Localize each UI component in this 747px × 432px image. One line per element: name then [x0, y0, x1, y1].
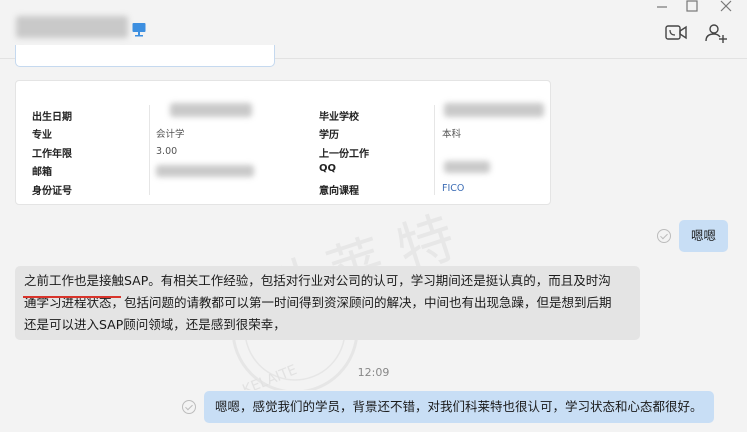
video-call-icon[interactable] [664, 22, 688, 44]
major-label: 专业 [32, 130, 52, 141]
student-profile-card[interactable]: 出生日期 专业 工作年限 邮箱 身份证号 会计学 3.00 毕业学校 学历 上一… [15, 80, 551, 205]
work-years-label: 工作年限 [32, 149, 72, 160]
message-bubble-incoming[interactable]: 之前工作也是接触SAP。有相关工作经验，包括对行业对公司的认可，学习期间还是挺认… [15, 266, 640, 340]
id-number-label: 身份证号 [32, 186, 72, 197]
message-bubble-outgoing[interactable]: 嗯嗯 [679, 220, 729, 252]
message-text: 嗯嗯，感觉我们的学员，背景还不错，对我们科莱特也很认可，学习状态和心态都很好。 [215, 399, 703, 414]
close-icon[interactable] [716, 0, 736, 14]
column-divider [434, 105, 435, 195]
contact-name-redacted [16, 16, 128, 38]
qq-label: QQ [319, 163, 337, 174]
message-text-line: 还是可以进入SAP顾问领域，还是感到很荣幸， [24, 317, 286, 332]
red-underline-annotation [23, 296, 121, 298]
course-value-link[interactable]: FICO [442, 183, 464, 194]
school-redacted [444, 103, 544, 117]
birth-date-redacted [170, 103, 252, 117]
previous-card-fragment [15, 45, 275, 67]
work-years-value: 3.00 [156, 146, 178, 157]
monitor-icon [132, 23, 146, 37]
qq-redacted [444, 161, 490, 173]
read-receipt-icon [657, 229, 671, 243]
maximize-icon[interactable] [682, 0, 702, 14]
read-receipt-icon [182, 400, 196, 414]
course-label: 意向课程 [319, 186, 359, 197]
message-text-line: 之前工作也是接触SAP。有相关工作经验，包括对行业对公司的认可，学习期间还是挺认… [24, 273, 611, 288]
last-job-label: 上一份工作 [319, 149, 369, 160]
school-label: 毕业学校 [319, 112, 359, 123]
degree-value: 本科 [442, 129, 462, 140]
column-divider [149, 105, 150, 195]
degree-label: 学历 [319, 130, 339, 141]
email-redacted [156, 165, 254, 177]
add-contact-icon[interactable] [704, 22, 728, 44]
message-text: 嗯嗯 [691, 228, 717, 243]
birth-date-label: 出生日期 [32, 112, 72, 123]
email-label: 邮箱 [32, 167, 52, 178]
message-timestamp: 12:09 [357, 366, 390, 379]
minimize-icon[interactable] [652, 0, 672, 14]
message-bubble-outgoing[interactable]: 嗯嗯，感觉我们的学员，背景还不错，对我们科莱特也很认可，学习状态和心态都很好。 [204, 391, 714, 423]
major-value: 会计学 [156, 129, 185, 140]
